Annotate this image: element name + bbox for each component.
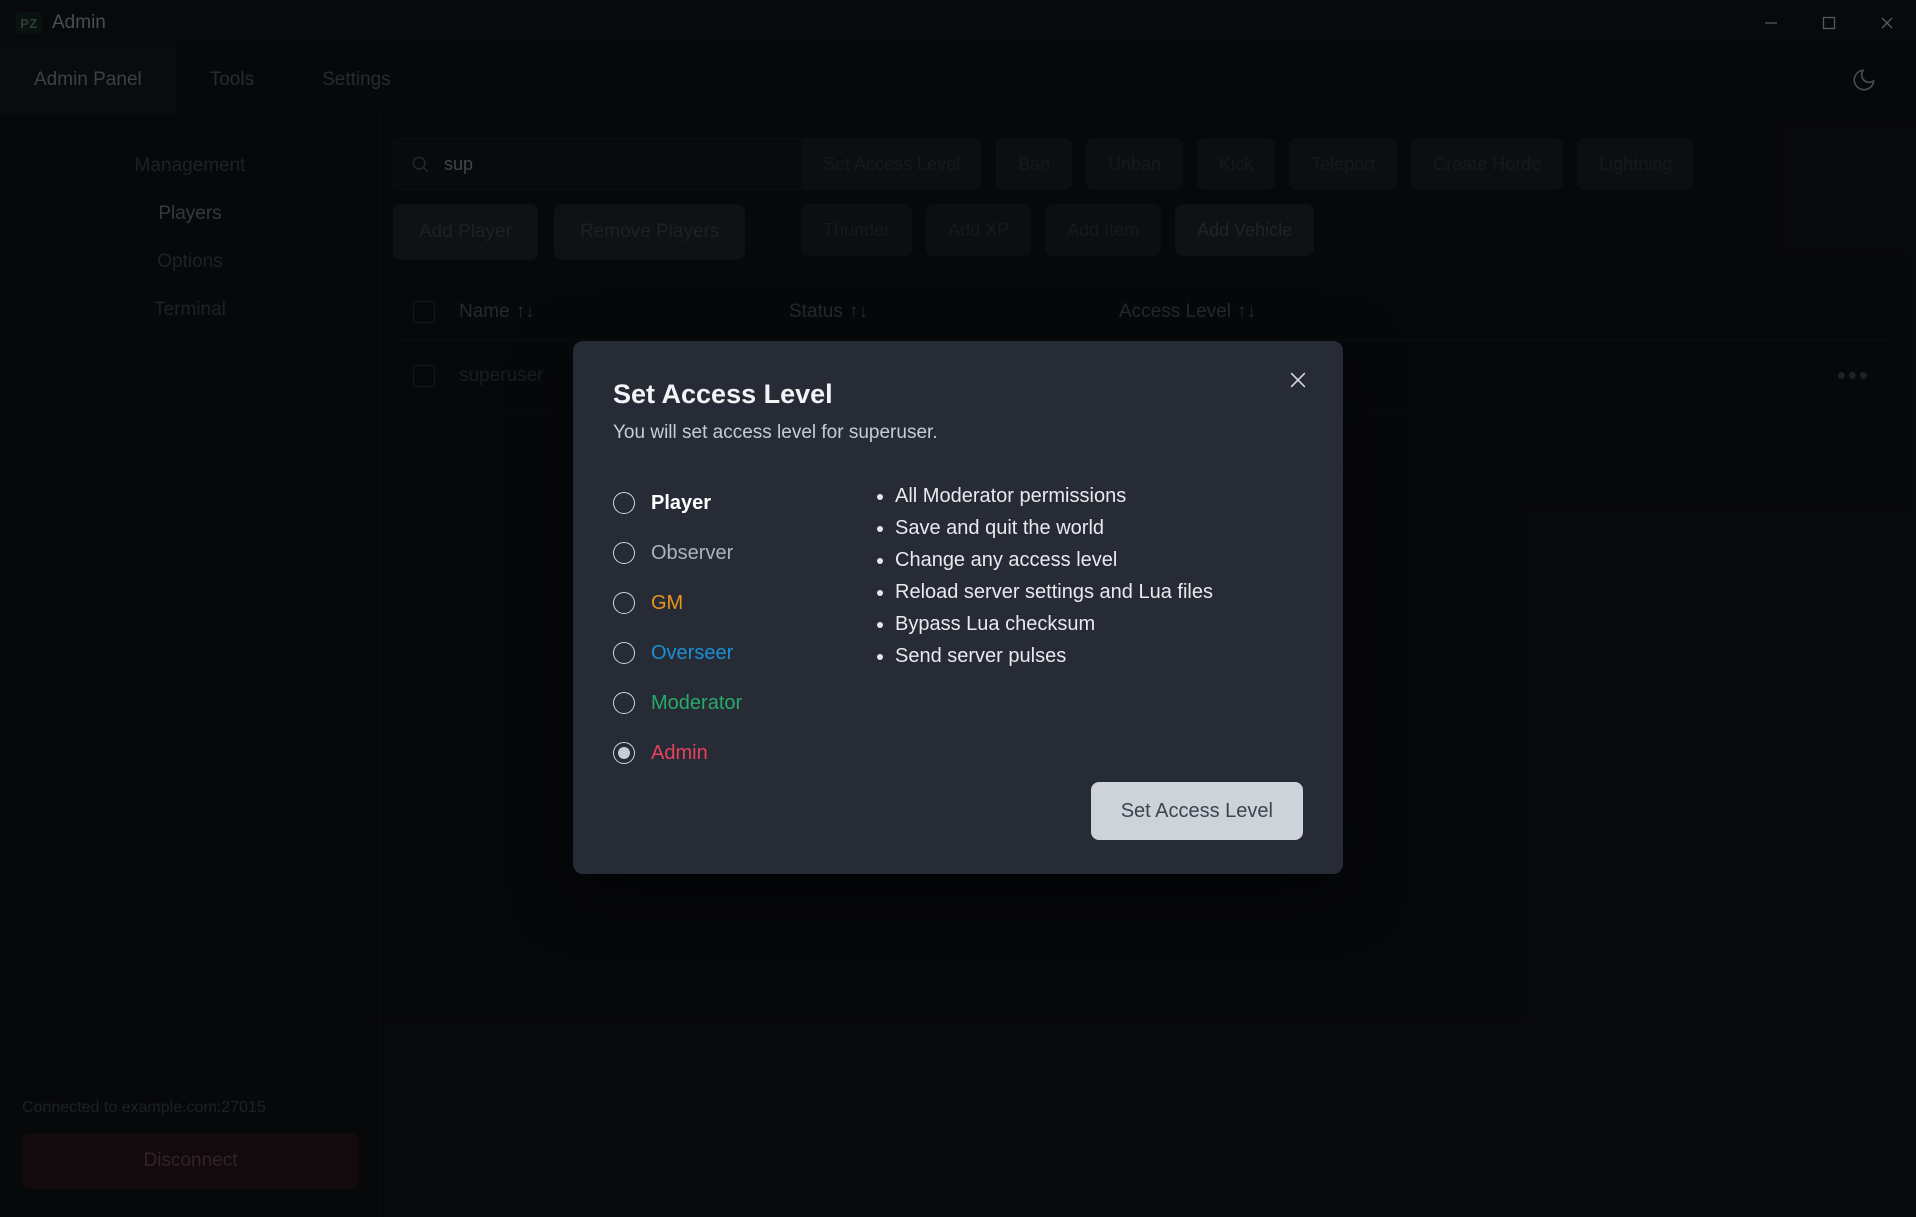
submit-set-access-level-button[interactable]: Set Access Level bbox=[1090, 782, 1303, 840]
dialog-footer: Set Access Level bbox=[1090, 782, 1303, 840]
radio-label-gm: GM bbox=[651, 591, 684, 614]
permission-item: All Moderator permissions bbox=[895, 484, 1213, 509]
radio-option-observer[interactable]: Observer bbox=[613, 528, 863, 578]
radio-label-overseer: Overseer bbox=[651, 641, 734, 664]
radio-option-gm[interactable]: GM bbox=[613, 578, 863, 628]
permission-item: Send server pulses bbox=[895, 644, 1213, 669]
radio-option-admin[interactable]: Admin bbox=[613, 728, 863, 778]
permissions-list: All Moderator permissions Save and quit … bbox=[873, 478, 1213, 778]
close-icon[interactable] bbox=[1281, 363, 1315, 397]
radio-icon-gm[interactable] bbox=[613, 592, 635, 614]
radio-label-moderator: Moderator bbox=[651, 691, 743, 714]
radio-icon-moderator[interactable] bbox=[613, 692, 635, 714]
radio-icon-observer[interactable] bbox=[613, 542, 635, 564]
app-root: PZ Admin Admin Panel Tools Settings Mana… bbox=[0, 0, 1916, 1217]
dialog-body: Player Observer GM Overseer Moderator Ad… bbox=[613, 444, 1303, 778]
permission-item: Save and quit the world bbox=[895, 516, 1213, 541]
radio-label-observer: Observer bbox=[651, 541, 734, 564]
access-level-radio-group: Player Observer GM Overseer Moderator Ad… bbox=[613, 478, 863, 778]
radio-option-player[interactable]: Player bbox=[613, 478, 863, 528]
set-access-level-dialog: Set Access Level You will set access lev… bbox=[573, 341, 1343, 874]
radio-option-overseer[interactable]: Overseer bbox=[613, 628, 863, 678]
radio-label-admin: Admin bbox=[651, 741, 708, 764]
permission-item: Bypass Lua checksum bbox=[895, 612, 1213, 637]
radio-icon-admin[interactable] bbox=[613, 742, 635, 764]
radio-icon-overseer[interactable] bbox=[613, 642, 635, 664]
dialog-subtitle: You will set access level for superuser. bbox=[613, 422, 938, 443]
radio-label-player: Player bbox=[651, 491, 712, 514]
permission-item: Reload server settings and Lua files bbox=[895, 580, 1213, 605]
radio-icon-player[interactable] bbox=[613, 492, 635, 514]
dialog-title: Set Access Level bbox=[613, 379, 833, 409]
permission-item: Change any access level bbox=[895, 548, 1213, 573]
radio-option-moderator[interactable]: Moderator bbox=[613, 678, 863, 728]
